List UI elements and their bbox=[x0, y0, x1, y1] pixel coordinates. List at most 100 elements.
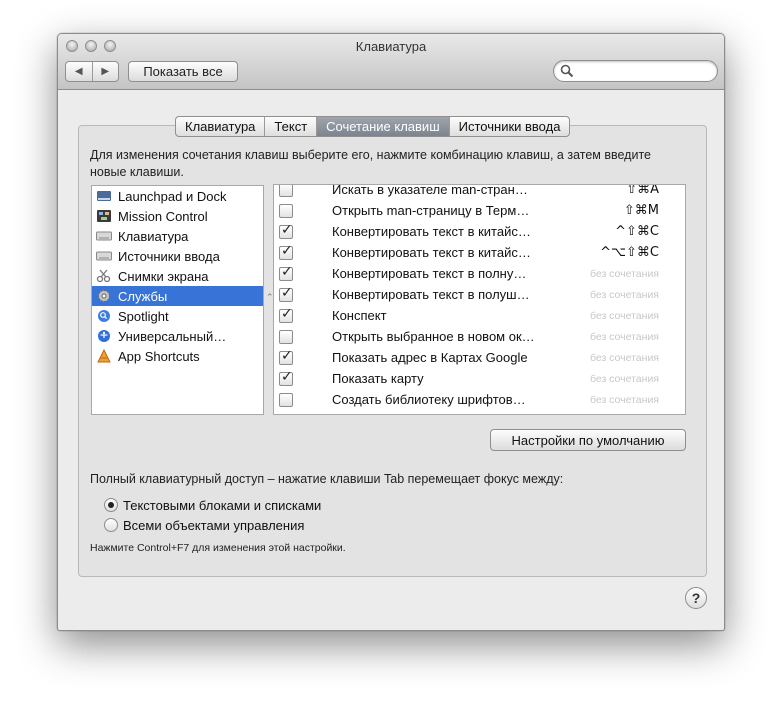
shortcut-keys[interactable]: без сочетания bbox=[590, 352, 659, 364]
restore-defaults-button[interactable]: Настройки по умолчанию bbox=[490, 429, 686, 451]
shortcut-row[interactable]: ✓ Показать карту без сочетания bbox=[274, 368, 685, 389]
forward-button[interactable]: ▶ bbox=[91, 62, 119, 81]
enable-checkbox[interactable] bbox=[279, 185, 293, 197]
shortcut-keys[interactable]: без сочетания bbox=[590, 310, 659, 322]
title-bar: Клавиатура ◀ ▶ Показать все bbox=[58, 34, 724, 90]
radio-label: Текстовыми блоками и списками bbox=[123, 497, 322, 513]
radio-all-controls[interactable]: Всеми объектами управления bbox=[104, 516, 304, 534]
sidebar-item-label: Универсальный… bbox=[118, 328, 227, 344]
shortcut-keys[interactable]: без сочетания bbox=[590, 394, 659, 406]
enable-checkbox[interactable]: ✓ bbox=[279, 242, 293, 260]
hint-text: Нажмите Control+F7 для изменения этой на… bbox=[90, 542, 346, 554]
magnifier-icon bbox=[96, 309, 112, 323]
shortcut-label: Искать в указателе man-стран… bbox=[332, 184, 528, 197]
shortcut-row[interactable]: Создать библиотеку шрифтов… без сочетания bbox=[274, 389, 685, 410]
shortcut-label: Создать библиотеку шрифтов… bbox=[332, 392, 526, 407]
tab-3[interactable]: Источники ввода bbox=[448, 117, 570, 136]
keyboard-icon bbox=[96, 229, 112, 243]
preferences-window: Клавиатура ◀ ▶ Показать все Клавиатура Те… bbox=[57, 33, 725, 631]
shortcut-keys[interactable]: ⇧⌘M bbox=[624, 203, 659, 218]
window-title: Клавиатура bbox=[355, 39, 427, 54]
shortcut-row[interactable]: ✓ Конвертировать текст в полуш… без сочета… bbox=[274, 284, 685, 305]
gear-icon bbox=[96, 289, 112, 303]
keyboard-icon bbox=[96, 249, 112, 263]
sidebar-item[interactable]: Службы bbox=[92, 286, 263, 306]
shortcut-row[interactable]: Открыть man-страницу в Терм… ⇧⌘M bbox=[274, 200, 685, 221]
sidebar-item[interactable]: Mission Control bbox=[92, 206, 263, 226]
radio-label: Всеми объектами управления bbox=[123, 517, 305, 533]
sidebar-item-label: Spotlight bbox=[118, 308, 169, 324]
checkmark-icon: ✓ bbox=[281, 221, 293, 238]
enable-checkbox[interactable]: ✓ bbox=[279, 368, 293, 386]
checkmark-icon: ✓ bbox=[281, 305, 293, 322]
checkmark-icon: ✓ bbox=[281, 368, 293, 385]
enable-checkbox[interactable]: ✓ bbox=[279, 347, 293, 365]
shortcut-row[interactable]: ✓ Конвертировать текст в китайс… ^⇧⌘C bbox=[274, 221, 685, 242]
shortcut-row[interactable]: ✓ Конспект без сочетания bbox=[274, 305, 685, 326]
shortcut-label: Конвертировать текст в китайс… bbox=[332, 245, 531, 260]
shortcut-label: Конспект bbox=[332, 308, 387, 323]
sidebar-item-label: Launchpad и Dock bbox=[118, 188, 227, 204]
shortcut-row[interactable]: Искать в указателе man-стран… ⇧⌘A bbox=[274, 184, 685, 200]
shortcut-keys[interactable]: без сочетания bbox=[590, 331, 659, 343]
enable-checkbox[interactable] bbox=[279, 329, 293, 344]
scissors-icon bbox=[96, 269, 112, 283]
enable-checkbox[interactable]: ✓ bbox=[279, 305, 293, 323]
sidebar-item-label: Mission Control bbox=[118, 208, 208, 224]
accessibility-icon bbox=[96, 329, 112, 343]
forward-arrow-icon: ▶ bbox=[101, 66, 110, 77]
sidebar-item[interactable]: Универсальный… bbox=[92, 326, 263, 346]
sidebar-item[interactable]: App Shortcuts bbox=[92, 346, 263, 366]
shortcut-keys[interactable]: без сочетания bbox=[590, 373, 659, 385]
search-field[interactable] bbox=[553, 60, 718, 82]
enable-checkbox[interactable] bbox=[279, 392, 293, 407]
sidebar-item[interactable]: Spotlight bbox=[92, 306, 263, 326]
shortcut-label: Открыть man-страницу в Терм… bbox=[332, 203, 530, 218]
tab-0[interactable]: Клавиатура bbox=[176, 117, 264, 136]
radio-button[interactable] bbox=[104, 498, 118, 512]
shortcut-row[interactable]: ✓ Показать адрес в Картах Google без сочет… bbox=[274, 347, 685, 368]
shortcut-row[interactable]: Открыть выбранное в новом ок… без сочетан… bbox=[274, 326, 685, 347]
sidebar-item[interactable]: Launchpad и Dock bbox=[92, 186, 263, 206]
back-arrow-icon: ◀ bbox=[74, 66, 83, 77]
sidebar-item[interactable]: Снимки экрана bbox=[92, 266, 263, 286]
radio-button[interactable] bbox=[104, 518, 118, 532]
checkmark-icon: ✓ bbox=[281, 284, 293, 301]
sidebar-item-label: Снимки экрана bbox=[118, 268, 209, 284]
checkmark-icon: ✓ bbox=[281, 242, 293, 259]
shortcut-keys[interactable]: ^⇧⌘C bbox=[615, 224, 659, 239]
shortcut-keys[interactable]: ^⌥⇧⌘C bbox=[600, 245, 659, 260]
enable-checkbox[interactable]: ✓ bbox=[279, 263, 293, 281]
sidebar-item-label: Клавиатура bbox=[118, 228, 189, 244]
tab-bar: Клавиатура Текст Сочетание клавиш Источники… bbox=[175, 116, 571, 137]
checkmark-icon: ✓ bbox=[281, 347, 293, 364]
back-forward-control: ◀ ▶ bbox=[65, 61, 119, 82]
checkmark-icon: ✓ bbox=[281, 263, 293, 280]
shortcut-label: Конвертировать текст в полуш… bbox=[332, 287, 530, 302]
shortcut-label: Конвертировать текст в китайс… bbox=[332, 224, 531, 239]
radio-text-boxes[interactable]: Текстовыми блоками и списками bbox=[104, 496, 321, 514]
dock-icon bbox=[96, 189, 112, 203]
category-list[interactable]: Launchpad и Dock Mission Control Клавиатур… bbox=[91, 185, 264, 415]
shortcut-keys[interactable]: ⇧⌘A bbox=[626, 185, 659, 197]
show-all-button[interactable]: Показать все bbox=[128, 61, 238, 82]
tab-2[interactable]: Сочетание клавиш bbox=[316, 117, 449, 136]
tab-1[interactable]: Текст bbox=[264, 117, 316, 136]
enable-checkbox[interactable]: ✓ bbox=[279, 221, 293, 239]
sidebar-item-label: App Shortcuts bbox=[118, 348, 200, 364]
enable-checkbox[interactable]: ✓ bbox=[279, 284, 293, 302]
keyboard-access-label: Полный клавиатурный доступ – нажатие кла… bbox=[90, 472, 564, 486]
sidebar-item[interactable]: Источники ввода bbox=[92, 246, 263, 266]
shortcut-keys[interactable]: без сочетания bbox=[590, 268, 659, 280]
enable-checkbox[interactable] bbox=[279, 203, 293, 218]
mission-control-icon bbox=[96, 209, 112, 223]
shortcut-label: Показать карту bbox=[332, 371, 424, 386]
shortcut-list[interactable]: Искать в указателе man-стран… ⇧⌘A Открыть … bbox=[273, 184, 686, 415]
shortcut-row[interactable]: ✓ Конвертировать текст в полну… без сочета… bbox=[274, 263, 685, 284]
back-button[interactable]: ◀ bbox=[66, 62, 92, 81]
help-button[interactable]: ? bbox=[685, 587, 707, 609]
shortcut-keys[interactable]: без сочетания bbox=[590, 289, 659, 301]
shortcut-row[interactable]: ✓ Конвертировать текст в китайс… ^⌥⇧⌘C bbox=[274, 242, 685, 263]
sidebar-item[interactable]: Клавиатура bbox=[92, 226, 263, 246]
shortcut-label: Показать адрес в Картах Google bbox=[332, 350, 528, 365]
